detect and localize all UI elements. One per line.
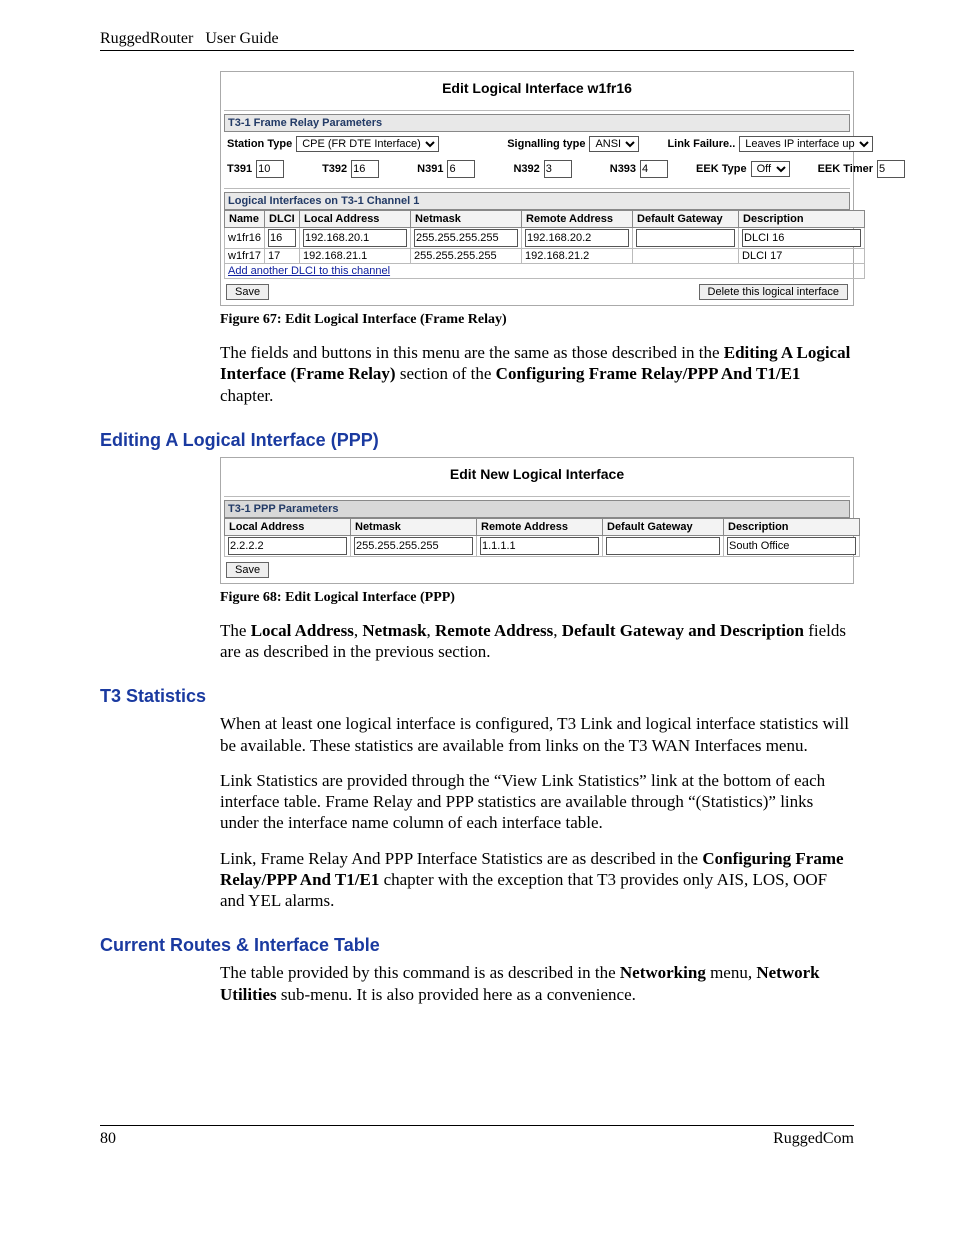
col-dlci: DLCI bbox=[265, 211, 300, 228]
ppp-params-table: Local Address Netmask Remote Address Def… bbox=[224, 518, 860, 557]
description-input[interactable] bbox=[727, 537, 856, 555]
delete-interface-button[interactable]: Delete this logical interface bbox=[699, 284, 848, 300]
t391-input[interactable] bbox=[256, 160, 284, 178]
col-gateway: Default Gateway bbox=[633, 211, 739, 228]
col-netmask: Netmask bbox=[411, 211, 522, 228]
paragraph-ppp-fields: The Local Address, Netmask, Remote Addre… bbox=[220, 620, 854, 663]
gateway-input[interactable] bbox=[606, 537, 720, 555]
gateway-input[interactable] bbox=[636, 229, 735, 247]
local-address-input[interactable] bbox=[303, 229, 407, 247]
signalling-type-label: Signalling type bbox=[507, 138, 585, 150]
col-netmask: Netmask bbox=[351, 518, 477, 535]
station-type-label: Station Type bbox=[227, 138, 292, 150]
dlci-input[interactable] bbox=[268, 229, 296, 247]
table-row-addlink: Add another DLCI to this channel bbox=[225, 264, 865, 279]
eek-type-label: EEK Type bbox=[696, 163, 747, 175]
n392-input[interactable] bbox=[544, 160, 572, 178]
page-footer: 80 RuggedCom bbox=[100, 1125, 854, 1148]
t391-label: T391 bbox=[227, 163, 252, 175]
cell-name: w1fr16 bbox=[225, 228, 265, 249]
cell-local: 192.168.21.1 bbox=[300, 249, 411, 264]
col-local: Local Address bbox=[300, 211, 411, 228]
cell-name: w1fr17 bbox=[225, 249, 265, 264]
remote-address-input[interactable] bbox=[525, 229, 629, 247]
fr-params-row2: T391 T392 N391 N392 N393 EEK Type Off EE… bbox=[224, 156, 850, 182]
fig67-section-logical: Logical Interfaces on T3-1 Channel 1 bbox=[224, 192, 850, 210]
col-name: Name bbox=[225, 211, 265, 228]
save-button[interactable]: Save bbox=[226, 284, 269, 300]
description-input[interactable] bbox=[742, 229, 861, 247]
heading-routes: Current Routes & Interface Table bbox=[100, 935, 854, 956]
table-header-row: Name DLCI Local Address Netmask Remote A… bbox=[225, 211, 865, 228]
local-address-input[interactable] bbox=[228, 537, 347, 555]
t3-paragraph-3: Link, Frame Relay And PPP Interface Stat… bbox=[220, 848, 854, 912]
t3-paragraph-1: When at least one logical interface is c… bbox=[220, 713, 854, 756]
n392-label: N392 bbox=[513, 163, 539, 175]
footer-brand: RuggedCom bbox=[773, 1130, 854, 1148]
cell-desc: DLCI 17 bbox=[739, 249, 865, 264]
fig67-title: Edit Logical Interface w1fr16 bbox=[224, 80, 850, 96]
n393-label: N393 bbox=[610, 163, 636, 175]
col-description: Description bbox=[724, 518, 860, 535]
t392-input[interactable] bbox=[351, 160, 379, 178]
table-row: w1fr17 17 192.168.21.1 255.255.255.255 1… bbox=[225, 249, 865, 264]
table-header-row: Local Address Netmask Remote Address Def… bbox=[225, 518, 860, 535]
station-type-select[interactable]: CPE (FR DTE Interface) bbox=[296, 136, 439, 152]
col-remote: Remote Address bbox=[522, 211, 633, 228]
link-failure-label: Link Failure.. bbox=[667, 138, 735, 150]
col-gateway: Default Gateway bbox=[603, 518, 724, 535]
paragraph-fr-fields: The fields and buttons in this menu are … bbox=[220, 342, 854, 406]
fig67-section-fr-params: T3-1 Frame Relay Parameters bbox=[224, 114, 850, 132]
n393-input[interactable] bbox=[640, 160, 668, 178]
n391-input[interactable] bbox=[447, 160, 475, 178]
signalling-type-select[interactable]: ANSI bbox=[589, 136, 639, 152]
cell-mask: 255.255.255.255 bbox=[411, 249, 522, 264]
heading-ppp: Editing A Logical Interface (PPP) bbox=[100, 430, 854, 451]
heading-t3-statistics: T3 Statistics bbox=[100, 686, 854, 707]
table-row bbox=[225, 535, 860, 556]
col-remote: Remote Address bbox=[477, 518, 603, 535]
netmask-input[interactable] bbox=[354, 537, 473, 555]
logical-interfaces-table: Name DLCI Local Address Netmask Remote A… bbox=[224, 210, 865, 279]
fr-params-row1: Station Type CPE (FR DTE Interface) Sign… bbox=[224, 132, 850, 156]
cell-dlci: 17 bbox=[265, 249, 300, 264]
fig68-title: Edit New Logical Interface bbox=[224, 466, 850, 482]
eek-timer-label: EEK Timer bbox=[818, 163, 873, 175]
link-failure-select[interactable]: Leaves IP interface up bbox=[739, 136, 873, 152]
col-local: Local Address bbox=[225, 518, 351, 535]
figure-68: Edit New Logical Interface T3-1 PPP Para… bbox=[220, 457, 854, 584]
running-header: RuggedRouter User Guide bbox=[100, 30, 854, 51]
add-dlci-link[interactable]: Add another DLCI to this channel bbox=[228, 265, 390, 277]
eek-type-select[interactable]: Off bbox=[751, 161, 790, 177]
routes-paragraph: The table provided by this command is as… bbox=[220, 962, 854, 1005]
cell-gw bbox=[633, 249, 739, 264]
cell-remote: 192.168.21.2 bbox=[522, 249, 633, 264]
table-row: w1fr16 bbox=[225, 228, 865, 249]
remote-address-input[interactable] bbox=[480, 537, 599, 555]
fig68-section: T3-1 PPP Parameters bbox=[224, 500, 850, 518]
page-number: 80 bbox=[100, 1130, 116, 1148]
save-button[interactable]: Save bbox=[226, 562, 269, 578]
t392-label: T392 bbox=[322, 163, 347, 175]
figure-67: Edit Logical Interface w1fr16 T3-1 Frame… bbox=[220, 71, 854, 306]
col-description: Description bbox=[739, 211, 865, 228]
figure-68-caption: Figure 68: Edit Logical Interface (PPP) bbox=[220, 590, 854, 606]
t3-paragraph-2: Link Statistics are provided through the… bbox=[220, 770, 854, 834]
n391-label: N391 bbox=[417, 163, 443, 175]
eek-timer-input[interactable] bbox=[877, 160, 905, 178]
figure-67-caption: Figure 67: Edit Logical Interface (Frame… bbox=[220, 312, 854, 328]
netmask-input[interactable] bbox=[414, 229, 518, 247]
